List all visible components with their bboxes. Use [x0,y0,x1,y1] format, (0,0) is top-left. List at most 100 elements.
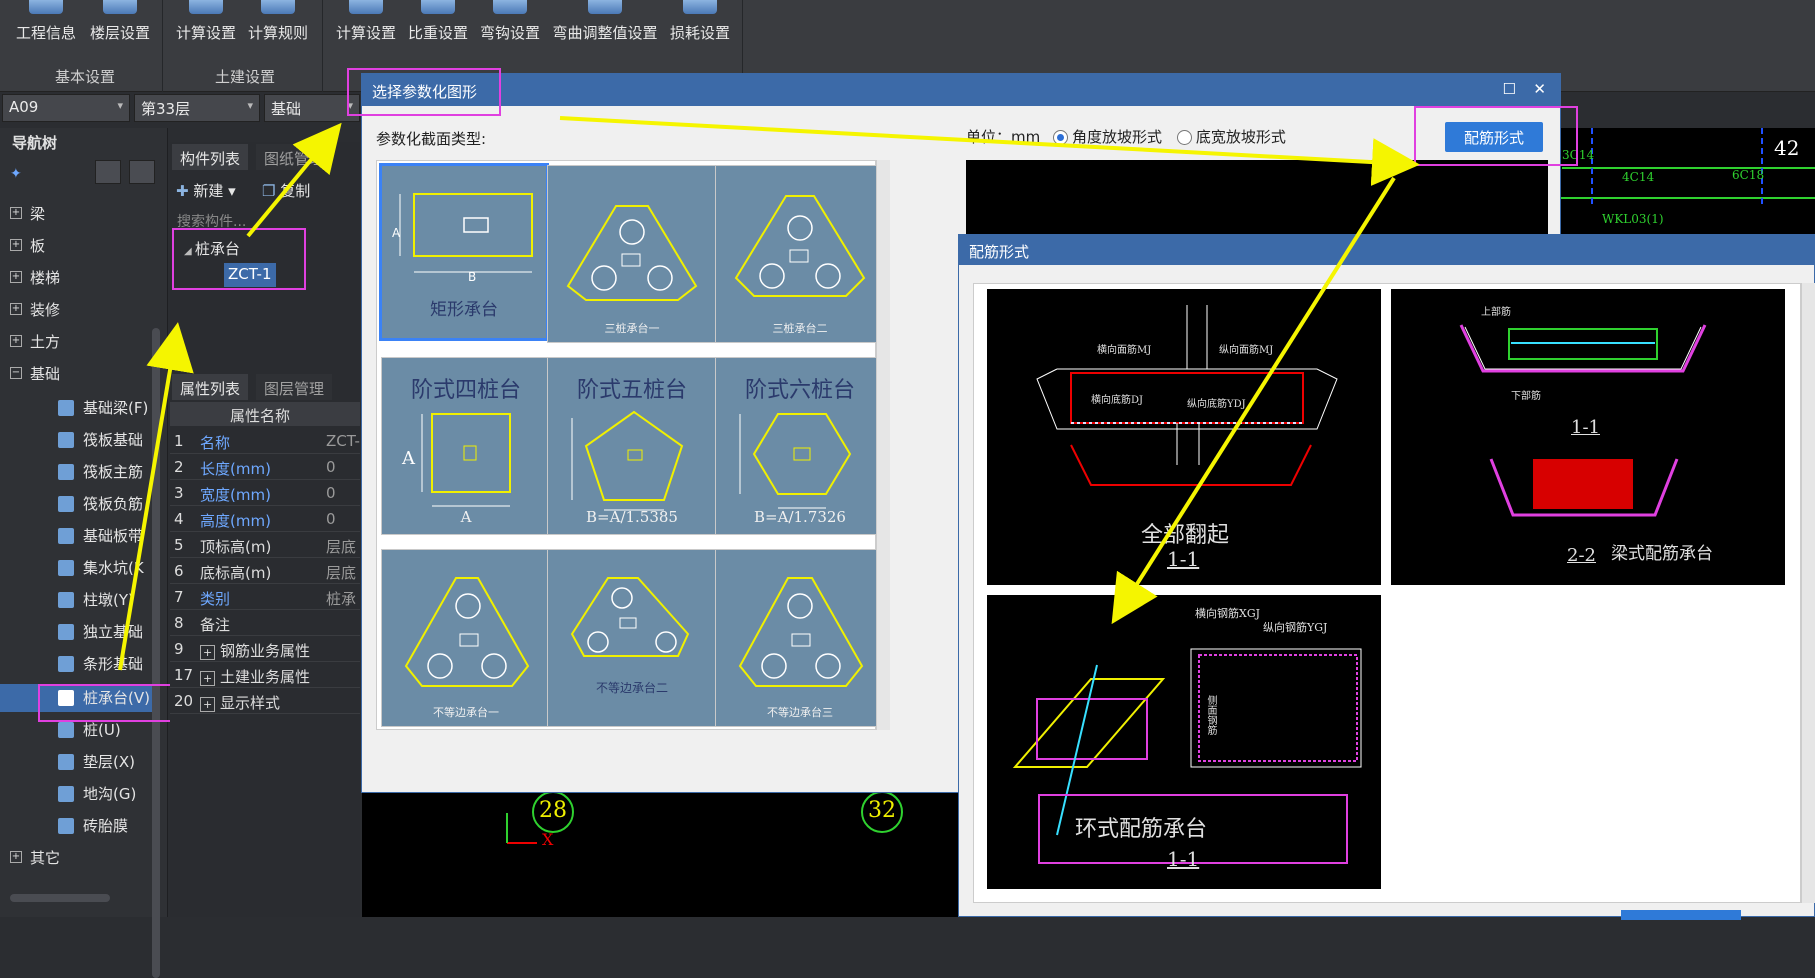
shape-uneven-2[interactable]: 不等边承台二 [547,549,717,727]
nav-sub-pier[interactable]: 柱墩(Y) [0,586,160,614]
table-row[interactable]: 4 高度(mm) 0 [170,506,360,532]
rebar-tag: 6C18 [1732,168,1765,182]
list-view-icon[interactable] [95,160,121,184]
cushion-icon [58,754,74,770]
nav-sub-raft-main-rebar[interactable]: 筏板主筋 [0,458,160,486]
bend-adjust-button[interactable]: 弯曲调整值设置 [550,0,660,50]
radio-angle-slope[interactable] [1053,130,1069,145]
calc-rules-button[interactable]: 计算规则 [244,0,312,50]
nav-scrollbar[interactable] [152,328,160,978]
grid-view-icon[interactable] [129,160,155,184]
navigation-tree: 导航树 ✦ + 梁 + 板 + 楼梯 + 装修 + 土方 − 基础 基础梁(F) 筏板基础 … [0,128,168,978]
table-row[interactable]: 20 + 显示样式 [170,688,360,714]
nav-item-beam[interactable]: + 梁 [0,200,160,228]
nav-item-slab[interactable]: + 板 [0,232,160,260]
highlight-rebar-button [1414,106,1578,166]
table-row[interactable]: 17 + 土建业务属性 [170,662,360,688]
pin-icon[interactable]: ✦ [10,166,22,182]
table-row[interactable]: 6 底标高(m) 层底 [170,558,360,584]
nav-sub-foundation-strip[interactable]: 基础板带 [0,522,160,550]
nav-sub-trench[interactable]: 地沟(G) [0,780,160,808]
foundation-strip-icon [58,528,74,544]
table-row[interactable]: 8 备注 [170,610,360,636]
foundation-beam-icon [58,400,74,416]
ok-button[interactable] [1621,910,1741,920]
axis-label-32: 32 [868,798,896,823]
calc-settings-button[interactable]: 计算设置 [172,0,240,50]
brick-mould-icon [58,818,74,834]
highlight-dialog-title [347,68,501,116]
nav-item-decoration[interactable]: + 装修 [0,296,160,324]
rebar-option-beam-cap[interactable]: 上部筋 下部筋 1-1 2-2 梁式配筋承台 [1391,289,1785,585]
nav-sub-sump[interactable]: 集水坑(K [0,554,160,582]
calc-settings-icon [189,0,223,14]
close-icon[interactable]: ✕ [1533,80,1546,98]
shape-step-four-pile[interactable]: 阶式四桩台 A A [381,357,551,535]
tab-layer-manage[interactable]: 图层管理 [256,374,333,400]
tab-drawing-manage[interactable]: 图纸管理 [256,144,333,170]
dialog-titlebar: 配筋形式 [959,235,1814,265]
table-row[interactable]: 5 顶标高(m) 层底 [170,532,360,558]
rebar-option-ring-cap[interactable]: 横向钢筋XGJ 纵向钢筋YGJ 侧面钢筋 环式配筋承台 1-1 [987,595,1381,889]
nav-sub-strip-footing[interactable]: 条形基础 [0,650,160,678]
pile-icon [58,722,74,738]
three-pile-drawing [566,205,698,301]
floor-select[interactable]: 第33层 [134,94,260,122]
nav-item-other[interactable]: + 其它 [0,844,160,872]
nav-sub-raft-neg-rebar[interactable]: 筏板负筋 [0,490,160,518]
nav-sub-foundation-beam[interactable]: 基础梁(F) [0,394,160,422]
gallery-scrollbar[interactable] [876,160,890,730]
copy-button[interactable]: ❐ 复制 [262,180,310,201]
table-row[interactable]: 9 + 钢筋业务属性 [170,636,360,662]
axis-label-42: 42 [1774,136,1800,160]
loss-settings-button[interactable]: 损耗设置 [666,0,734,50]
floor-settings-button[interactable]: 楼层设置 [86,0,154,50]
nav-sub-raft[interactable]: 筏板基础 [0,426,160,454]
tab-property-list[interactable]: 属性列表 [172,374,249,400]
tab-component-list[interactable]: 构件列表 [172,144,249,170]
maximize-icon[interactable]: ☐ [1503,80,1516,98]
shape-step-six-pile[interactable]: 阶式六桩台 B=A/1.7326 [715,357,885,535]
shape-uneven-1[interactable]: 不等边承台一 [381,549,551,727]
nav-sub-cushion[interactable]: 垫层(X) [0,748,160,776]
isolated-footing-icon [58,624,74,640]
highlight-tree [172,228,306,290]
shape-uneven-3[interactable]: 不等边承台三 [715,549,885,727]
strip-footing-icon [58,656,74,672]
shape-rect-cap[interactable]: A B 矩形承台 [379,163,549,341]
rebar-option-full-bent[interactable]: 横向面筋MJ 纵向面筋MJ 横向底筋DJ 纵向底筋YDJ 全部翻起 1-1 [987,289,1381,585]
floor-code-select[interactable]: A09 [2,94,130,122]
nav-sub-brick-mould[interactable]: 砖胎膜 [0,812,160,840]
calc-rules-icon [261,0,295,14]
nav-item-foundation[interactable]: − 基础 [0,360,160,388]
shape-three-pile-2[interactable]: 三桩承台二 [715,165,885,343]
density-settings-button[interactable]: 比重设置 [404,0,472,50]
dialog-titlebar: 选择参数化图形 [362,74,1560,106]
unit-label: 单位：mm [966,128,1041,146]
rebar-gallery-scrollbar[interactable] [1801,283,1815,903]
category-select[interactable]: 基础 [264,94,360,122]
shape-step-five-pile[interactable]: 阶式五桩台 B=A/1.5385 [547,357,717,535]
table-row[interactable]: 7 类别 桩承 [170,584,360,610]
dim-b-label: B [468,270,477,284]
nav-title: 导航树 [12,134,58,152]
nav-item-stair[interactable]: + 楼梯 [0,264,160,292]
project-info-button[interactable]: 工程信息 [12,0,80,50]
nav-hscrollbar[interactable] [10,894,110,902]
new-button[interactable]: ✚ 新建 ▾ [176,180,236,201]
table-row[interactable]: 2 长度(mm) 0 [170,454,360,480]
dim-a-label: A [402,448,415,469]
nav-item-earthwork[interactable]: + 土方 [0,328,160,356]
hook-icon [493,0,527,14]
shape-three-pile-1[interactable]: 三桩承台一 [547,165,717,343]
rebar-calc-settings-button[interactable]: 计算设置 [332,0,400,50]
table-row[interactable]: 1 名称 ZCT- [170,428,360,454]
hook-settings-button[interactable]: 弯钩设置 [476,0,544,50]
radio-width-slope[interactable] [1176,130,1192,145]
ribbon-separator [162,0,163,92]
table-row[interactable]: 3 宽度(mm) 0 [170,480,360,506]
raft-icon [58,432,74,448]
highlight-pile-cap [38,684,184,722]
nav-sub-isolated-footing[interactable]: 独立基础 [0,618,160,646]
rebar-tag: 4C14 [1622,170,1655,184]
